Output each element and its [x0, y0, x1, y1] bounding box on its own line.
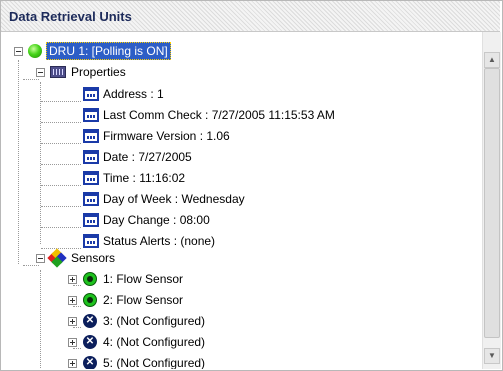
tree-node-label: Firmware Version : 1.06: [103, 129, 230, 143]
tree-node-label: 3: (Not Configured): [103, 314, 206, 328]
tree-node-sensors[interactable]: Sensors: [1, 248, 481, 268]
tree-node-property[interactable]: Day Change : 08:00: [1, 211, 481, 229]
not-configured-icon: ✕: [83, 314, 97, 328]
tree-node-label: Properties: [71, 65, 126, 79]
property-icon: [83, 234, 99, 248]
tree-node-sensor-2[interactable]: 2: Flow Sensor: [1, 291, 481, 309]
property-icon: [83, 213, 99, 227]
expand-toggle[interactable]: [68, 317, 77, 326]
tree-node-label: 5: (Not Configured): [103, 356, 206, 369]
tree-node-label: 1: Flow Sensor: [103, 272, 184, 286]
tree-node-label: 2: Flow Sensor: [103, 293, 184, 307]
collapse-toggle[interactable]: [36, 254, 45, 263]
properties-icon: [50, 66, 66, 78]
scroll-up-button[interactable]: ▲: [484, 52, 500, 68]
sensors-icon: [47, 248, 67, 268]
tree-node-property[interactable]: Status Alerts : (none): [1, 232, 481, 250]
tree-node-dru-1[interactable]: DRU 1: [Polling is ON]: [1, 42, 481, 60]
property-icon: [83, 150, 99, 164]
tree-node-property[interactable]: Last Comm Check : 7/27/2005 11:15:53 AM: [1, 106, 481, 124]
tree-node-property[interactable]: Firmware Version : 1.06: [1, 127, 481, 145]
tree-node-label: Last Comm Check : 7/27/2005 11:15:53 AM: [103, 108, 335, 122]
panel-header: Data Retrieval Units: [1, 1, 500, 32]
not-configured-icon: ✕: [83, 356, 97, 369]
tree-node-label: Day Change : 08:00: [103, 213, 210, 227]
dru-tree-view[interactable]: DRU 1: [Polling is ON] Properties Addres…: [1, 32, 481, 369]
vertical-scrollbar[interactable]: ▲ ▼: [482, 32, 501, 369]
tree-node-property[interactable]: Time : 11:16:02: [1, 169, 481, 187]
expand-toggle[interactable]: [68, 338, 77, 347]
tree-node-sensor-5[interactable]: ✕ 5: (Not Configured): [1, 354, 481, 369]
tree-node-label: Day of Week : Wednesday: [103, 192, 245, 206]
collapse-toggle[interactable]: [14, 47, 23, 56]
tree-node-property[interactable]: Date : 7/27/2005: [1, 148, 481, 166]
expand-toggle[interactable]: [68, 275, 77, 284]
scroll-down-button[interactable]: ▼: [484, 348, 500, 364]
tree-node-label: Sensors: [71, 251, 116, 265]
collapse-toggle[interactable]: [36, 68, 45, 77]
flow-sensor-icon: [83, 293, 97, 307]
tree-node-sensor-3[interactable]: ✕ 3: (Not Configured): [1, 312, 481, 330]
tree-node-label: Date : 7/27/2005: [103, 150, 192, 164]
flow-sensor-icon: [83, 272, 97, 286]
not-configured-icon: ✕: [83, 335, 97, 349]
property-icon: [83, 192, 99, 206]
property-icon: [83, 108, 99, 122]
property-icon: [83, 171, 99, 185]
tree-node-label[interactable]: DRU 1: [Polling is ON]: [46, 42, 171, 60]
expand-toggle[interactable]: [68, 359, 77, 368]
tree-node-label: Status Alerts : (none): [103, 234, 216, 248]
tree-node-properties[interactable]: Properties: [1, 63, 481, 81]
tree-node-label: 4: (Not Configured): [103, 335, 206, 349]
scroll-thumb[interactable]: [484, 68, 500, 338]
tree-node-sensor-4[interactable]: ✕ 4: (Not Configured): [1, 333, 481, 351]
polling-on-status-icon: [28, 44, 42, 58]
tree-node-property[interactable]: Day of Week : Wednesday: [1, 190, 481, 208]
tree-node-label: Time : 11:16:02: [103, 171, 186, 185]
expand-toggle[interactable]: [68, 296, 77, 305]
tree-node-label: Address : 1: [103, 87, 164, 101]
tree-node-property[interactable]: Address : 1: [1, 85, 481, 103]
panel-title: Data Retrieval Units: [9, 9, 132, 24]
property-icon: [83, 129, 99, 143]
property-icon: [83, 87, 99, 101]
tree-node-sensor-1[interactable]: 1: Flow Sensor: [1, 270, 481, 288]
